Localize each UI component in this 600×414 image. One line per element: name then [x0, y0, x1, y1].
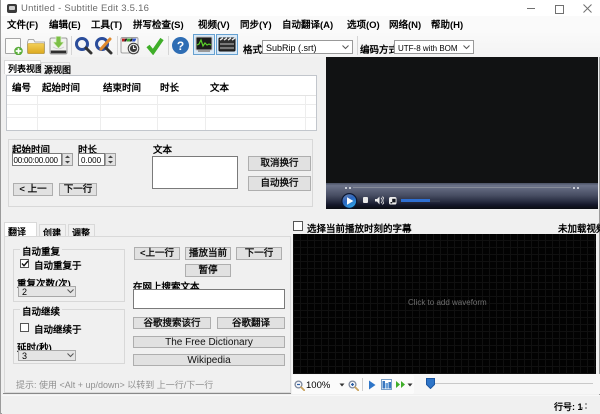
svg-text:?: ?	[177, 39, 184, 53]
